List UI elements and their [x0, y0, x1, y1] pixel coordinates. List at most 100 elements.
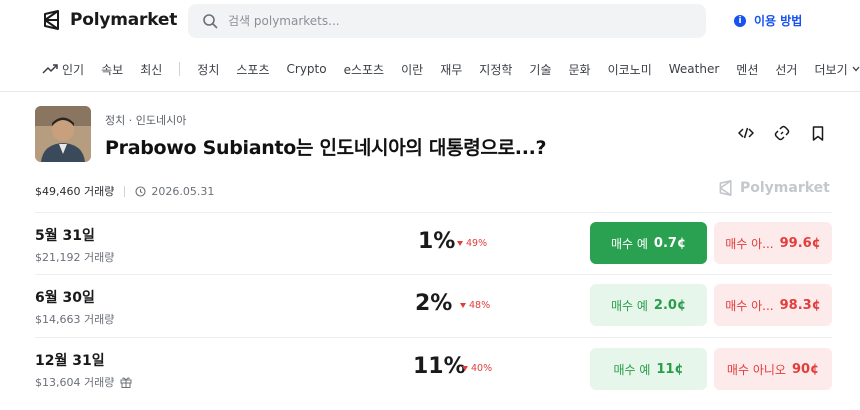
buy-yes-label: 매수 예	[610, 236, 648, 251]
outcome-probability: 1%	[418, 229, 456, 254]
category-nav: 인기 속보 최신 정치 스포츠 Crypto e스포츠 이란 재무 지정학 기술…	[42, 56, 860, 82]
breadcrumb[interactable]: 정치 · 인도네시아	[105, 112, 186, 128]
buy-no-price: 98.3¢	[779, 297, 821, 313]
outcome-volume-text: $21,192 거래량	[35, 251, 115, 264]
end-date-text: 2026.05.31	[151, 184, 215, 198]
down-arrow-icon	[460, 303, 466, 308]
outcome-volume-text: $14,663 거래량	[35, 313, 115, 326]
nav-item-weather[interactable]: Weather	[669, 62, 720, 76]
search-bar[interactable]	[188, 4, 706, 38]
outcome-row[interactable]: 12월 31일 $13,604 거래량 11% 40% 매수 예 11¢ 매수 아…	[35, 337, 832, 399]
search-input[interactable]	[228, 14, 668, 28]
nav-label: 재무	[440, 62, 463, 77]
meta-divider	[124, 185, 126, 197]
outcome-volume: $21,192 거래량	[35, 249, 114, 265]
nav-label: 지정학	[479, 62, 513, 77]
nav-item-iran[interactable]: 이란	[401, 61, 423, 78]
watermark-text: Polymarket	[740, 180, 830, 196]
outcome-date: 12월 31일	[35, 353, 105, 369]
nav-item-geopolitics[interactable]: 지정학	[479, 61, 512, 78]
nav-item-economy[interactable]: 이코노미	[608, 61, 652, 78]
embed-button[interactable]	[737, 124, 755, 142]
nav-label: 더보기	[814, 62, 848, 77]
buy-no-button[interactable]: 매수 아... 98.3¢	[714, 284, 832, 326]
end-date: 2026.05.31	[135, 185, 214, 198]
outcome-change-text: 49%	[466, 238, 488, 249]
how-it-works-label: 이용 방법	[754, 14, 803, 28]
nav-label: 이코노미	[607, 62, 652, 77]
gift-icon	[120, 377, 132, 388]
outcome-date: 6월 30일	[35, 290, 95, 306]
portrait-image	[35, 106, 91, 162]
info-icon: i	[734, 14, 746, 27]
polymarket-logo-icon	[44, 10, 59, 30]
nav-label: 문화	[568, 62, 591, 77]
outcome-volume-text: $13,604 거래량	[35, 376, 115, 389]
nav-item-trending[interactable]: 인기	[42, 61, 84, 78]
header-divider	[0, 91, 860, 92]
buy-yes-button[interactable]: 매수 예 0.7¢	[590, 222, 707, 264]
nav-item-crypto[interactable]: Crypto	[287, 62, 327, 76]
market-title: Prabowo Subianto는 인도네시아의 대통령으로...?	[105, 137, 547, 159]
nav-item-politics[interactable]: 정치	[197, 61, 219, 78]
outcome-row[interactable]: 5월 31일 $21,192 거래량 1% 49% 매수 예 0.7¢ 매수 아.…	[35, 212, 832, 274]
outcome-change: 48%	[460, 300, 490, 311]
outcome-probability: 2%	[415, 291, 453, 316]
search-icon	[203, 14, 218, 29]
logo[interactable]: Polymarket	[42, 10, 177, 30]
bookmark-button[interactable]	[809, 124, 827, 142]
nav-label: 기술	[529, 62, 552, 77]
buy-no-label: 매수 아...	[725, 298, 774, 313]
nav-item-culture[interactable]: 문화	[569, 61, 591, 78]
nav-item-tech[interactable]: 기술	[529, 61, 551, 78]
nav-label: 멘션	[736, 62, 759, 77]
outcome-volume: $14,663 거래량	[35, 311, 114, 327]
nav-item-esports[interactable]: e스포츠	[344, 61, 385, 78]
market-meta: $49,460 거래량 2026.05.31	[35, 183, 214, 199]
outcome-row[interactable]: 6월 30일 $14,663 거래량 2% 48% 매수 예 2.0¢ 매수 아.…	[35, 274, 832, 336]
buy-yes-price: 11¢	[656, 361, 684, 377]
total-volume: $49,460 거래량	[35, 185, 115, 198]
nav-label: e스포츠	[343, 62, 385, 77]
copy-link-button[interactable]	[773, 124, 791, 142]
how-it-works-link[interactable]: i 이용 방법	[734, 12, 802, 29]
buy-yes-label: 매수 예	[613, 362, 651, 377]
buy-no-label: 매수 아니오	[726, 362, 786, 377]
buy-no-price: 90¢	[791, 361, 820, 377]
nav-label: 이란	[401, 62, 424, 77]
nav-item-mentions[interactable]: 멘션	[736, 61, 758, 78]
nav-item-elections[interactable]: 선거	[775, 61, 797, 78]
nav-divider	[179, 62, 181, 76]
trending-icon	[42, 64, 58, 74]
chevron-down-icon	[852, 66, 860, 72]
nav-item-breaking[interactable]: 속보	[101, 61, 123, 78]
outcome-change: 40%	[462, 363, 492, 374]
nav-item-new[interactable]: 최신	[140, 61, 162, 78]
nav-label: 최신	[140, 62, 163, 77]
outcome-change-text: 48%	[469, 300, 491, 311]
buy-no-button[interactable]: 매수 아... 99.6¢	[714, 222, 832, 264]
buy-no-button[interactable]: 매수 아니오 90¢	[714, 348, 832, 390]
nav-label: 정치	[197, 62, 220, 77]
buy-yes-price: 2.0¢	[653, 297, 686, 313]
nav-item-sports[interactable]: 스포츠	[236, 61, 269, 78]
nav-label: 인기	[62, 62, 85, 77]
buy-no-label: 매수 아...	[725, 236, 774, 251]
nav-item-more[interactable]: 더보기	[814, 61, 860, 78]
bookmark-icon	[812, 125, 824, 141]
buy-yes-label: 매수 예	[610, 298, 648, 313]
buy-yes-price: 0.7¢	[653, 235, 686, 251]
clock-icon	[135, 185, 146, 197]
top-header: Polymarket i 이용 방법	[0, 0, 860, 44]
buy-no-price: 99.6¢	[779, 235, 821, 251]
outcome-probability: 11%	[413, 354, 466, 379]
buy-yes-button[interactable]: 매수 예 2.0¢	[590, 284, 707, 326]
nav-item-finance[interactable]: 재무	[440, 61, 462, 78]
market-image	[35, 106, 91, 162]
down-arrow-icon	[462, 366, 468, 371]
nav-label: Weather	[668, 62, 720, 76]
down-arrow-icon	[457, 241, 463, 246]
code-icon	[738, 127, 754, 139]
link-icon	[774, 125, 790, 141]
buy-yes-button[interactable]: 매수 예 11¢	[590, 348, 707, 390]
